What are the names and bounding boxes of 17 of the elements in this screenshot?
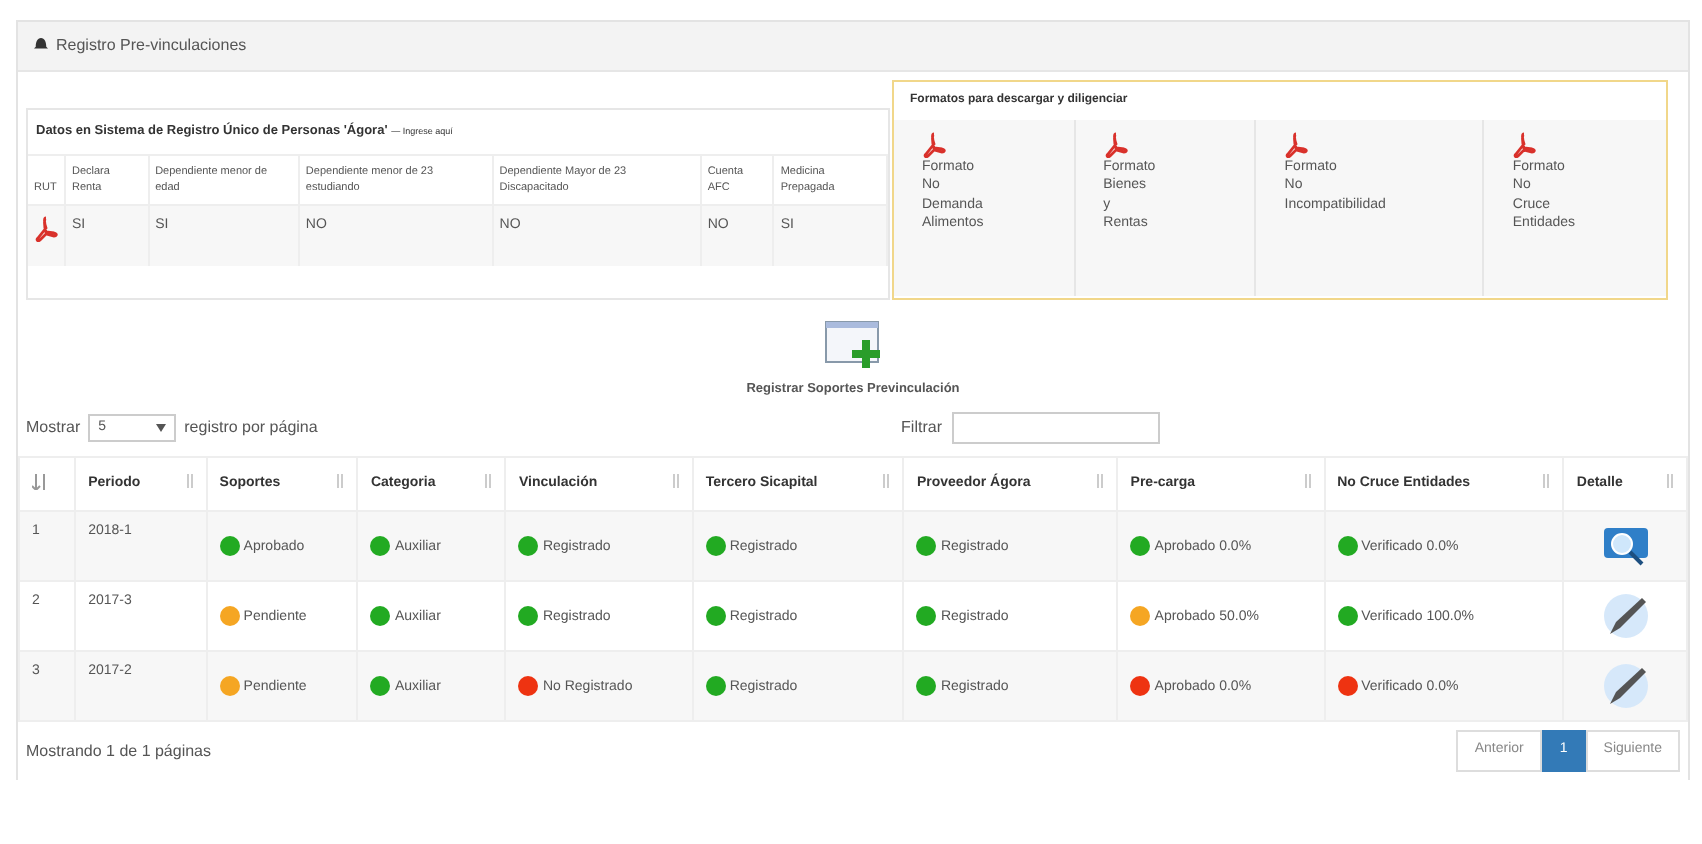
pencil-icon[interactable] [1601, 662, 1650, 711]
pdf-icon[interactable] [1512, 132, 1537, 158]
pdf-icon[interactable] [922, 132, 946, 158]
pencil-icon[interactable] [1601, 592, 1650, 641]
pagination-info: Mostrando 1 de 1 páginas [26, 739, 212, 763]
filter-field[interactable] [952, 411, 1160, 444]
show-label: Mostrar [26, 415, 81, 440]
pdf-icon[interactable] [1284, 132, 1309, 158]
bell-icon [34, 36, 48, 54]
sort-icon[interactable] [32, 473, 48, 490]
panel-title: Registro Pre-vinculaciones [56, 36, 247, 54]
caret-icon [156, 423, 167, 432]
pdf-icon[interactable] [1103, 132, 1128, 158]
per-page-label: registro por página [184, 415, 318, 440]
magnifier-icon[interactable] [1601, 524, 1650, 569]
pdf-icon[interactable] [34, 216, 58, 243]
filter-label: Filtrar [901, 415, 942, 440]
